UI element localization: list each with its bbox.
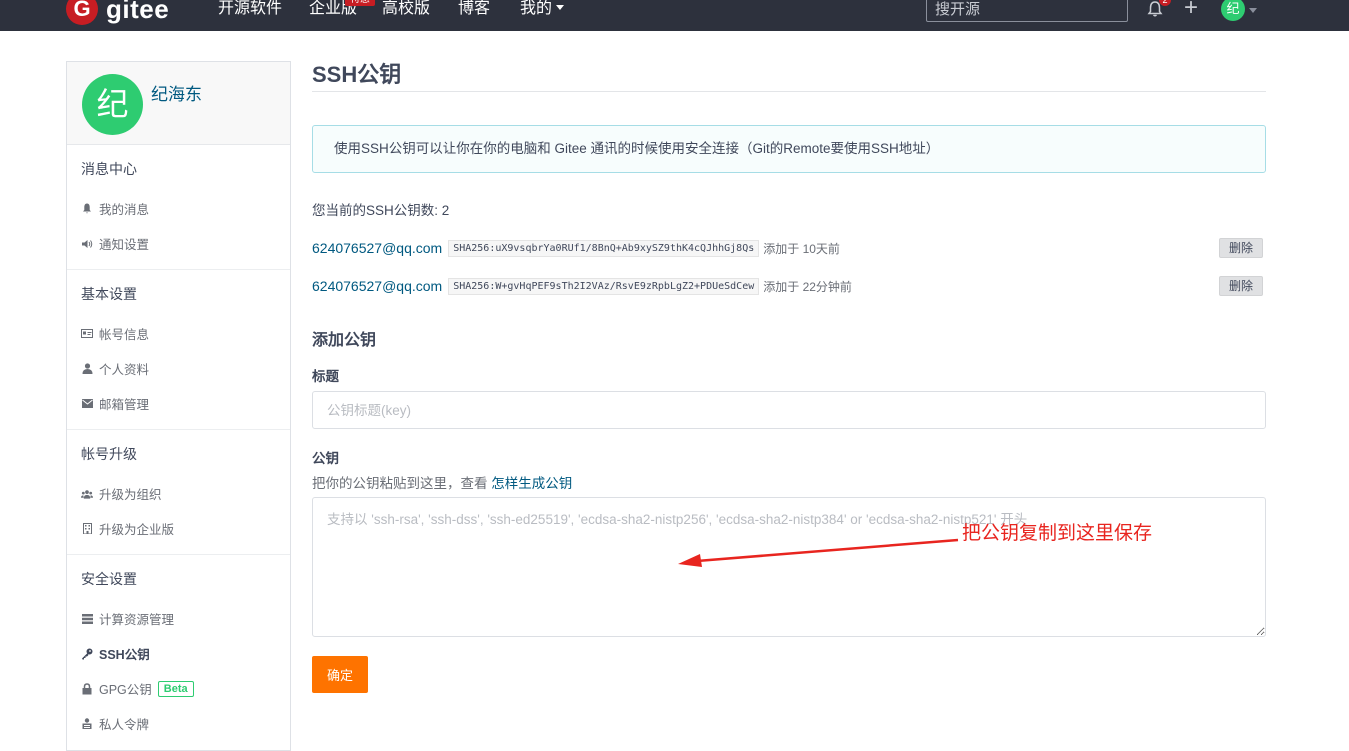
id-card-icon <box>81 328 93 340</box>
sidebar-item-ssh-keys[interactable]: SSH公钥 <box>67 636 290 671</box>
profile-avatar[interactable]: 纪 <box>82 74 143 135</box>
sidebar-item-label: 邮箱管理 <box>99 398 150 412</box>
settings-sidebar: 纪 纪海东 消息中心 我的消息 通知设置 基本设置 帐号信息 个人资料 邮箱管理… <box>66 61 291 751</box>
chevron-down-icon <box>556 5 565 10</box>
sidebar-item-label: 升级为企业版 <box>99 523 175 537</box>
annotation-text: 把公钥复制到这里保存 <box>962 523 1153 544</box>
user-avatar[interactable]: 纪 <box>1221 0 1245 21</box>
menu-title: 消息中心 <box>81 161 137 177</box>
key-help-text: 把你的公钥粘贴到这里，查看 怎样生成公钥 <box>312 472 1266 492</box>
building-icon <box>81 523 93 535</box>
nav-item-mine[interactable]: 我的 <box>520 0 565 20</box>
delete-key-button[interactable]: 删除 <box>1219 238 1263 258</box>
sidebar-item-label: 我的消息 <box>99 203 150 217</box>
key-icon <box>81 648 93 660</box>
add-key-heading: 添加公钥 <box>312 332 377 349</box>
mail-icon <box>81 398 93 410</box>
sidebar-item-notification-settings[interactable]: 通知设置 <box>67 226 290 261</box>
speaker-icon <box>81 238 93 250</box>
sidebar-item-my-messages[interactable]: 我的消息 <box>67 191 290 226</box>
beta-badge: Beta <box>157 680 194 697</box>
key-email[interactable]: 624076527@qq.com <box>312 240 442 256</box>
nav-badge-promo: 特惠 <box>345 0 375 6</box>
key-title-input[interactable] <box>312 391 1266 429</box>
lock-icon <box>81 682 93 695</box>
public-key-label: 公钥 <box>312 451 339 466</box>
annotation-arrow <box>678 538 959 567</box>
nav-item-university[interactable]: 高校版 <box>382 0 430 20</box>
sidebar-item-label: 个人资料 <box>99 363 150 377</box>
sidebar-item-profile[interactable]: 个人资料 <box>67 351 290 386</box>
menu-group-upgrade: 帐号升级 升级为组织 升级为企业版 <box>67 430 290 555</box>
top-navbar: G gitee 开源软件 企业版 特惠 高校版 博客 我的 2 + 纪 <box>0 0 1349 31</box>
key-fingerprint: SHA256:W+gvHqPEF9sTh2I2VAz/RsvE9zRpbLgZ2… <box>448 277 760 295</box>
plus-icon[interactable]: + <box>1184 0 1198 20</box>
sidebar-item-label: SSH公钥 <box>99 648 150 662</box>
sidebar-item-label: 通知设置 <box>99 238 150 252</box>
nav-item-open-source[interactable]: 开源软件 <box>218 0 282 20</box>
how-to-generate-key-link[interactable]: 怎样生成公钥 <box>491 476 572 491</box>
key-email[interactable]: 624076527@qq.com <box>312 278 442 294</box>
menu-title: 基本设置 <box>81 286 137 302</box>
key-help-label: 把你的公钥粘贴到这里，查看 <box>312 476 488 491</box>
sidebar-item-upgrade-enterprise[interactable]: 升级为企业版 <box>67 511 290 546</box>
menu-group-basic: 基本设置 帐号信息 个人资料 邮箱管理 <box>67 270 290 430</box>
avatar-chevron-down-icon[interactable] <box>1249 8 1257 13</box>
gitee-logo[interactable]: G gitee <box>66 0 169 27</box>
ssh-key-count: 您当前的SSH公钥数: 2 <box>312 203 450 218</box>
profile-card: 纪 纪海东 <box>67 62 290 145</box>
menu-group-messages: 消息中心 我的消息 通知设置 <box>67 145 290 270</box>
sidebar-item-compute-resources[interactable]: 计算资源管理 <box>67 601 290 636</box>
sidebar-item-label: 升级为组织 <box>99 488 162 502</box>
sidebar-item-label: 计算资源管理 <box>99 613 175 627</box>
menu-title: 安全设置 <box>81 571 137 587</box>
sidebar-item-label: 帐号信息 <box>99 328 150 342</box>
key-added-time: 添加于 22分钟前 <box>763 279 852 294</box>
token-icon <box>81 718 93 730</box>
logo-mark: G <box>66 0 98 25</box>
server-icon <box>81 613 93 625</box>
submit-button[interactable]: 确定 <box>312 656 368 693</box>
group-icon <box>81 488 93 500</box>
sidebar-item-gpg-keys[interactable]: GPG公钥 Beta <box>67 671 290 706</box>
sidebar-item-upgrade-org[interactable]: 升级为组织 <box>67 476 290 511</box>
sidebar-item-private-tokens[interactable]: 私人令牌 <box>67 706 290 741</box>
ssh-key-row: 624076527@qq.com SHA256:W+gvHqPEF9sTh2I2… <box>312 276 1266 296</box>
sidebar-item-account-info[interactable]: 帐号信息 <box>67 316 290 351</box>
delete-key-button[interactable]: 删除 <box>1219 276 1263 296</box>
page-title: SSH公钥 <box>312 60 1266 92</box>
bell-icon <box>81 203 93 215</box>
main-content: SSH公钥 使用SSH公钥可以让你在你的电脑和 Gitee 通讯的时候使用安全连… <box>312 60 1266 693</box>
menu-title: 帐号升级 <box>81 446 137 462</box>
ssh-key-row: 624076527@qq.com SHA256:uX9vsqbrYa0RUf1/… <box>312 238 1266 258</box>
search-input[interactable] <box>926 0 1128 22</box>
sidebar-item-label: GPG公钥 <box>99 683 152 697</box>
logo-text: gitee <box>106 0 170 24</box>
menu-group-security: 安全设置 计算资源管理 SSH公钥 GPG公钥 Beta 私人令牌 <box>67 555 290 749</box>
user-icon <box>81 363 93 375</box>
info-message: 使用SSH公钥可以让你在你的电脑和 Gitee 通讯的时候使用安全连接（Git的… <box>312 125 1266 173</box>
key-added-time: 添加于 10天前 <box>763 241 840 256</box>
key-fingerprint: SHA256:uX9vsqbrYa0RUf1/8BnQ+Ab9xySZ9thK4… <box>448 239 760 257</box>
sidebar-item-email[interactable]: 邮箱管理 <box>67 386 290 421</box>
title-label: 标题 <box>312 369 339 384</box>
profile-username[interactable]: 纪海东 <box>151 80 202 105</box>
nav-item-mine-label: 我的 <box>520 0 553 17</box>
sidebar-item-label: 私人令牌 <box>99 718 150 732</box>
nav-item-blog[interactable]: 博客 <box>458 0 490 20</box>
